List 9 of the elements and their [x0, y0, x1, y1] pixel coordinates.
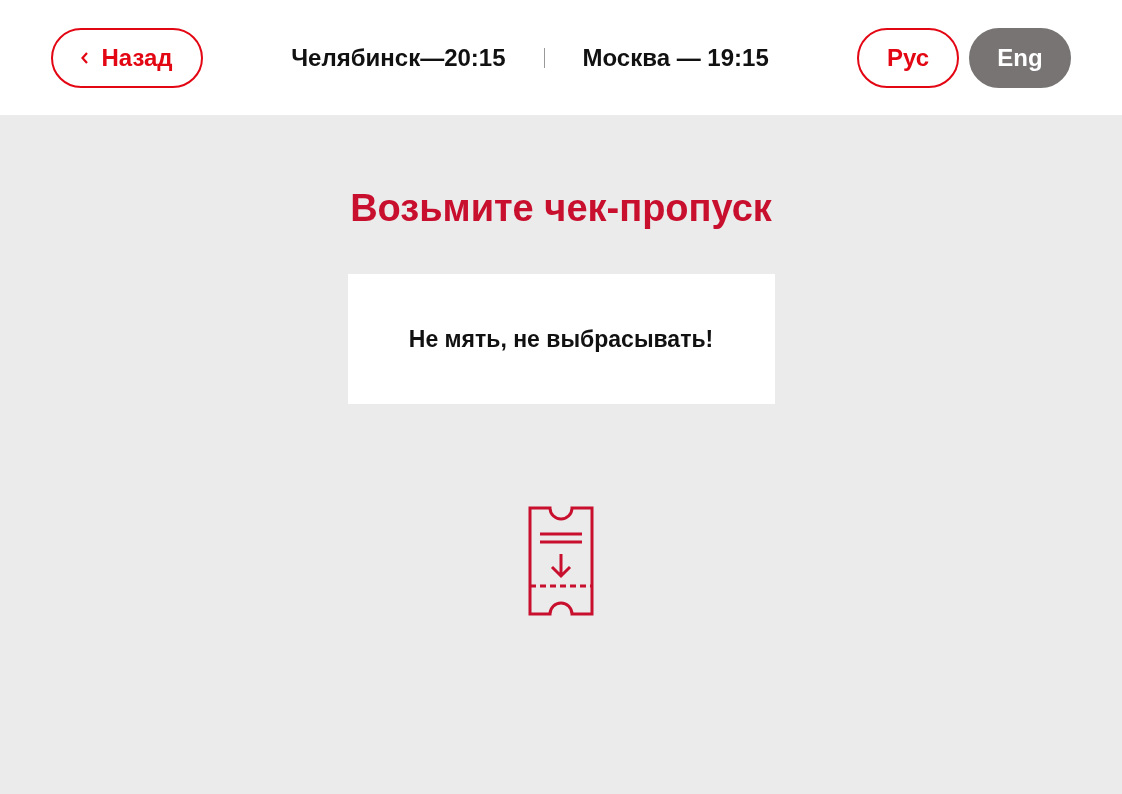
ticket-icon — [528, 506, 594, 616]
chevron-left-icon — [81, 51, 90, 64]
city-time: Челябинск—20:15 — [291, 43, 506, 72]
page-title: Возьмите чек-пропуск — [350, 187, 772, 230]
city-time: Москва — 19:15 — [582, 43, 769, 72]
notice-text: Не мять, не выбрасывать! — [408, 325, 714, 353]
language-button[interactable]: Eng — [969, 27, 1071, 88]
back-button[interactable]: Назад — [51, 27, 203, 88]
language-button[interactable]: Рус — [857, 27, 959, 88]
